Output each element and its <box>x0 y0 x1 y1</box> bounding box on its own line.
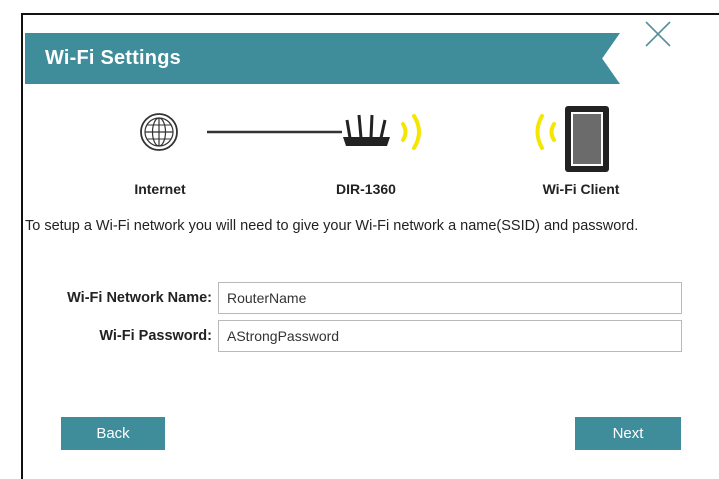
password-label: Wi-Fi Password: <box>99 328 212 344</box>
wifi-signal-icon <box>535 114 556 150</box>
wifi-signal-icon <box>401 114 421 150</box>
intro-text: To setup a Wi-Fi network you will need t… <box>25 218 639 234</box>
connection-diagram <box>140 106 609 172</box>
internet-label: Internet <box>134 181 186 197</box>
router-icon <box>343 114 390 146</box>
back-button[interactable]: Back <box>61 417 165 450</box>
next-button[interactable]: Next <box>575 417 681 450</box>
password-input[interactable] <box>218 320 682 352</box>
network-name-input[interactable] <box>218 282 682 314</box>
network-name-label: Wi-Fi Network Name: <box>67 290 212 306</box>
router-label: DIR-1360 <box>336 181 396 197</box>
wifi-client-label: Wi-Fi Client <box>542 181 620 197</box>
tablet-icon <box>565 106 609 172</box>
globe-icon <box>140 113 178 151</box>
